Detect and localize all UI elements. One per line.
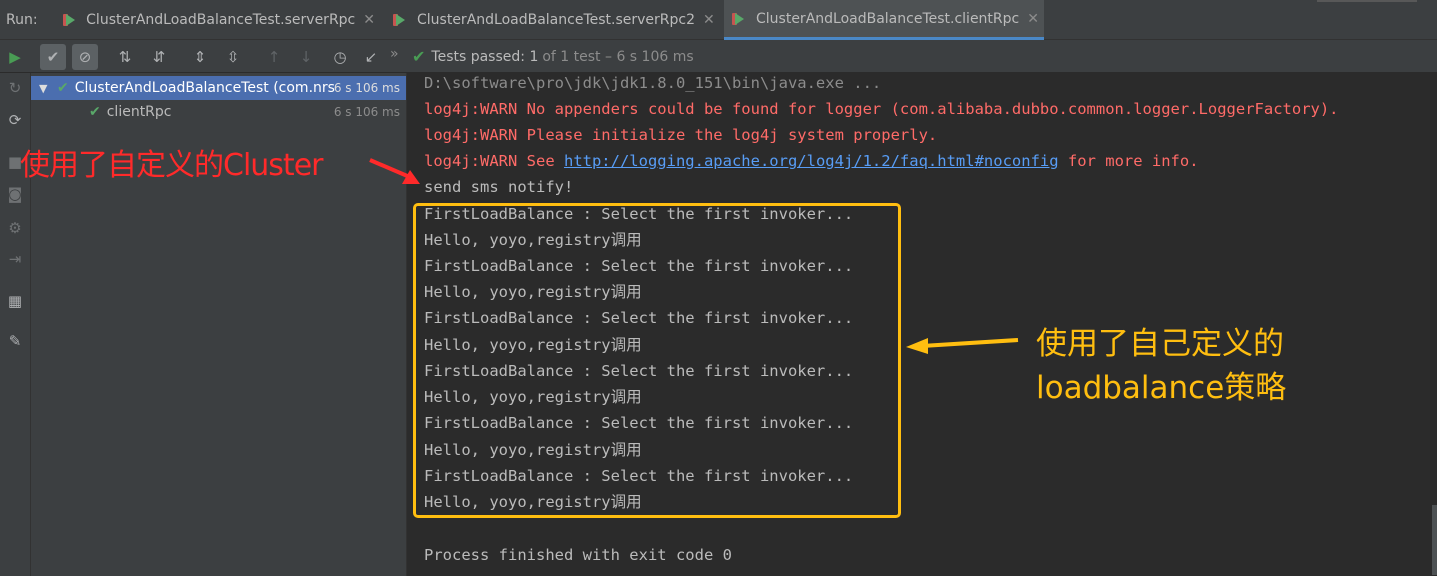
console-line-command: D:\software\pro\jdk\jdk1.8.0_151\bin\jav… [424,74,882,92]
loadbalance-highlight-box [413,203,901,518]
cluster-annotation: 使用了自定义的Cluster [20,148,323,183]
console-line-warn: log4j:WARN No appenders could be found f… [424,100,1339,118]
tree-item-duration: 6 s 106 ms [333,81,400,95]
history-icon[interactable]: ◷ [327,44,353,70]
test-runner-toolbar: ▶ ✔ ⊘ ⇅ ⇵ ⇕ ⇳ ↑ ↓ ◷ ↙ » ✔ Tests passed: … [0,40,1437,73]
log4j-faq-link[interactable]: http://logging.apache.org/log4j/1.2/faq.… [564,152,1059,170]
run-icon[interactable]: ▶ [2,44,28,70]
orange-arrow-icon [906,338,1019,354]
settings-icon[interactable]: ⚙ [5,218,25,238]
run-label: Run: [6,12,38,28]
close-icon[interactable]: ✕ [703,12,715,28]
rerun-icon[interactable]: ↻ [5,78,25,98]
test-run-icon [732,11,748,27]
close-icon[interactable]: ✕ [1027,11,1039,27]
collapse-all-icon[interactable]: ⇳ [220,44,246,70]
sort-alpha-icon[interactable]: ⇅ [112,44,138,70]
tests-status: ✔ Tests passed: 1 of 1 test – 6 s 106 ms [412,47,694,66]
exit-icon[interactable]: ⇥ [5,249,25,269]
console-line-finish: Process finished with exit code 0 [424,546,732,564]
pin-icon[interactable]: ✎ [5,331,25,351]
tab-label: ClusterAndLoadBalanceTest.serverRpc [86,12,356,28]
passed-check-icon: ✔ [89,104,101,120]
loadbalance-annotation-line2: loadbalance策略 [1036,370,1287,406]
loadbalance-annotation: 使用了自己定义的 loadbalance策略 [1036,322,1286,410]
test-run-icon [63,12,78,28]
tests-passed-label: Tests passed: 1 [431,48,539,65]
expand-all-icon[interactable]: ⇕ [187,44,213,70]
tree-item-test-class[interactable]: ▼ ✔ ClusterAndLoadBalanceTest (com.nrs 6… [31,76,406,100]
export-icon[interactable]: ↙ [358,44,384,70]
warn-text: log4j:WARN See [424,152,564,170]
tree-item-duration: 6 s 106 ms [333,105,400,119]
loadbalance-annotation-line1: 使用了自己定义的 [1036,326,1284,362]
tree-item-label: ClusterAndLoadBalanceTest (com.nrs [74,80,335,96]
console-scrollbar[interactable] [1432,505,1437,575]
prev-failed-icon[interactable]: ↑ [261,44,287,70]
layout-icon[interactable]: ▦ [5,291,25,311]
next-failed-icon[interactable]: ↓ [293,44,319,70]
tab-clientrpc[interactable]: ClusterAndLoadBalanceTest.clientRpc ✕ [724,0,1044,40]
passed-check-icon: ✔ [57,80,69,96]
tab-serverrpc2[interactable]: ClusterAndLoadBalanceTest.serverRpc2 ✕ [385,0,720,40]
console-line-warn: log4j:WARN See http://logging.apache.org… [424,151,1199,171]
camera-icon[interactable]: ◙ [5,184,25,204]
tree-item-test-method[interactable]: ✔ clientRpc 6 s 106 ms [31,100,406,124]
more-chevron-icon[interactable]: » [390,46,399,62]
tests-summary: of 1 test – 6 s 106 ms [542,48,694,65]
expand-arrow-icon[interactable]: ▼ [39,82,51,95]
console-line-warn: log4j:WARN Please initialize the log4j s… [424,126,938,144]
sort-duration-icon[interactable]: ⇵ [146,44,172,70]
console-line-notify: send sms notify! [424,178,574,196]
red-arrow-icon [369,158,420,184]
show-passed-icon[interactable]: ✔ [40,44,66,70]
show-ignored-icon[interactable]: ⊘ [72,44,98,70]
window-edge-fragment [1257,0,1437,8]
rerun-failed-icon[interactable]: ⟳ [5,110,25,130]
tree-item-label: clientRpc [106,104,172,120]
warn-text: for more info. [1058,152,1199,170]
tab-label: ClusterAndLoadBalanceTest.clientRpc [756,10,1020,27]
passed-check-icon: ✔ [412,47,426,66]
tab-serverrpc[interactable]: ClusterAndLoadBalanceTest.serverRpc ✕ [55,0,375,40]
test-run-icon [393,12,409,28]
tab-label: ClusterAndLoadBalanceTest.serverRpc2 [417,12,696,28]
close-icon[interactable]: ✕ [363,12,375,28]
run-tab-bar: Run: ClusterAndLoadBalanceTest.serverRpc… [0,0,1437,40]
